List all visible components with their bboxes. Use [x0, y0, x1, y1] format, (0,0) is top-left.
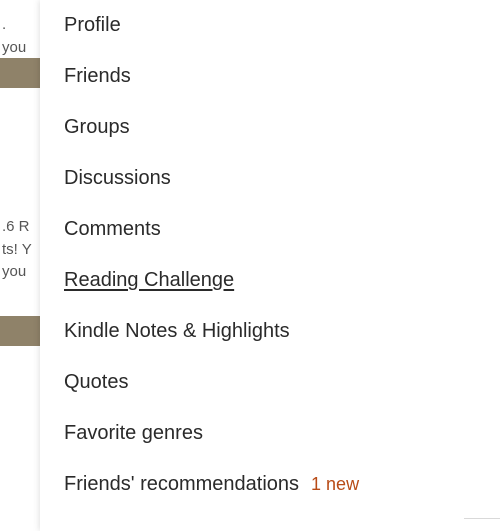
- menu-item-label: Favorite genres: [64, 422, 203, 445]
- menu-item-label: Reading Challenge: [64, 269, 234, 292]
- menu-item-label: Friends' recommendations: [64, 473, 299, 496]
- bg-bar: [0, 316, 40, 346]
- menu-item-label: Friends: [64, 65, 131, 88]
- bg-text-fragment-1: . you: [2, 14, 26, 59]
- menu-item-label: Discussions: [64, 167, 171, 190]
- menu-item-comments[interactable]: Comments: [64, 204, 440, 255]
- dropdown-panel: Profile Friends Groups Discussions Comme…: [40, 0, 464, 531]
- bg-text-line: .6 R: [2, 216, 32, 239]
- background-content: . you .6 R ts! Y you: [0, 0, 40, 531]
- bg-text-line: ts! Y: [2, 239, 32, 262]
- menu-list: Profile Friends Groups Discussions Comme…: [40, 0, 464, 510]
- menu-item-label: Kindle Notes & Highlights: [64, 320, 290, 343]
- menu-item-label: Quotes: [64, 371, 128, 394]
- bg-text-line: .: [2, 14, 26, 37]
- bg-bar: [0, 58, 40, 88]
- bg-text-fragment-2: .6 R ts! Y you: [2, 216, 32, 284]
- right-edge: [464, 0, 500, 531]
- menu-item-friends-recommendations[interactable]: Friends' recommendations 1 new: [64, 459, 440, 510]
- menu-item-reading-challenge[interactable]: Reading Challenge: [64, 255, 440, 306]
- menu-item-quotes[interactable]: Quotes: [64, 357, 440, 408]
- menu-item-profile[interactable]: Profile: [64, 0, 440, 51]
- menu-item-friends[interactable]: Friends: [64, 51, 440, 102]
- menu-item-label: Groups: [64, 116, 130, 139]
- menu-item-favorite-genres[interactable]: Favorite genres: [64, 408, 440, 459]
- right-divider: [464, 518, 500, 519]
- menu-item-label: Comments: [64, 218, 161, 241]
- menu-item-label: Profile: [64, 14, 121, 37]
- menu-item-discussions[interactable]: Discussions: [64, 153, 440, 204]
- new-badge: 1 new: [311, 474, 359, 495]
- bg-text-line: you: [2, 37, 26, 60]
- bg-text-line: you: [2, 261, 32, 284]
- menu-item-kindle-notes[interactable]: Kindle Notes & Highlights: [64, 306, 440, 357]
- menu-item-groups[interactable]: Groups: [64, 102, 440, 153]
